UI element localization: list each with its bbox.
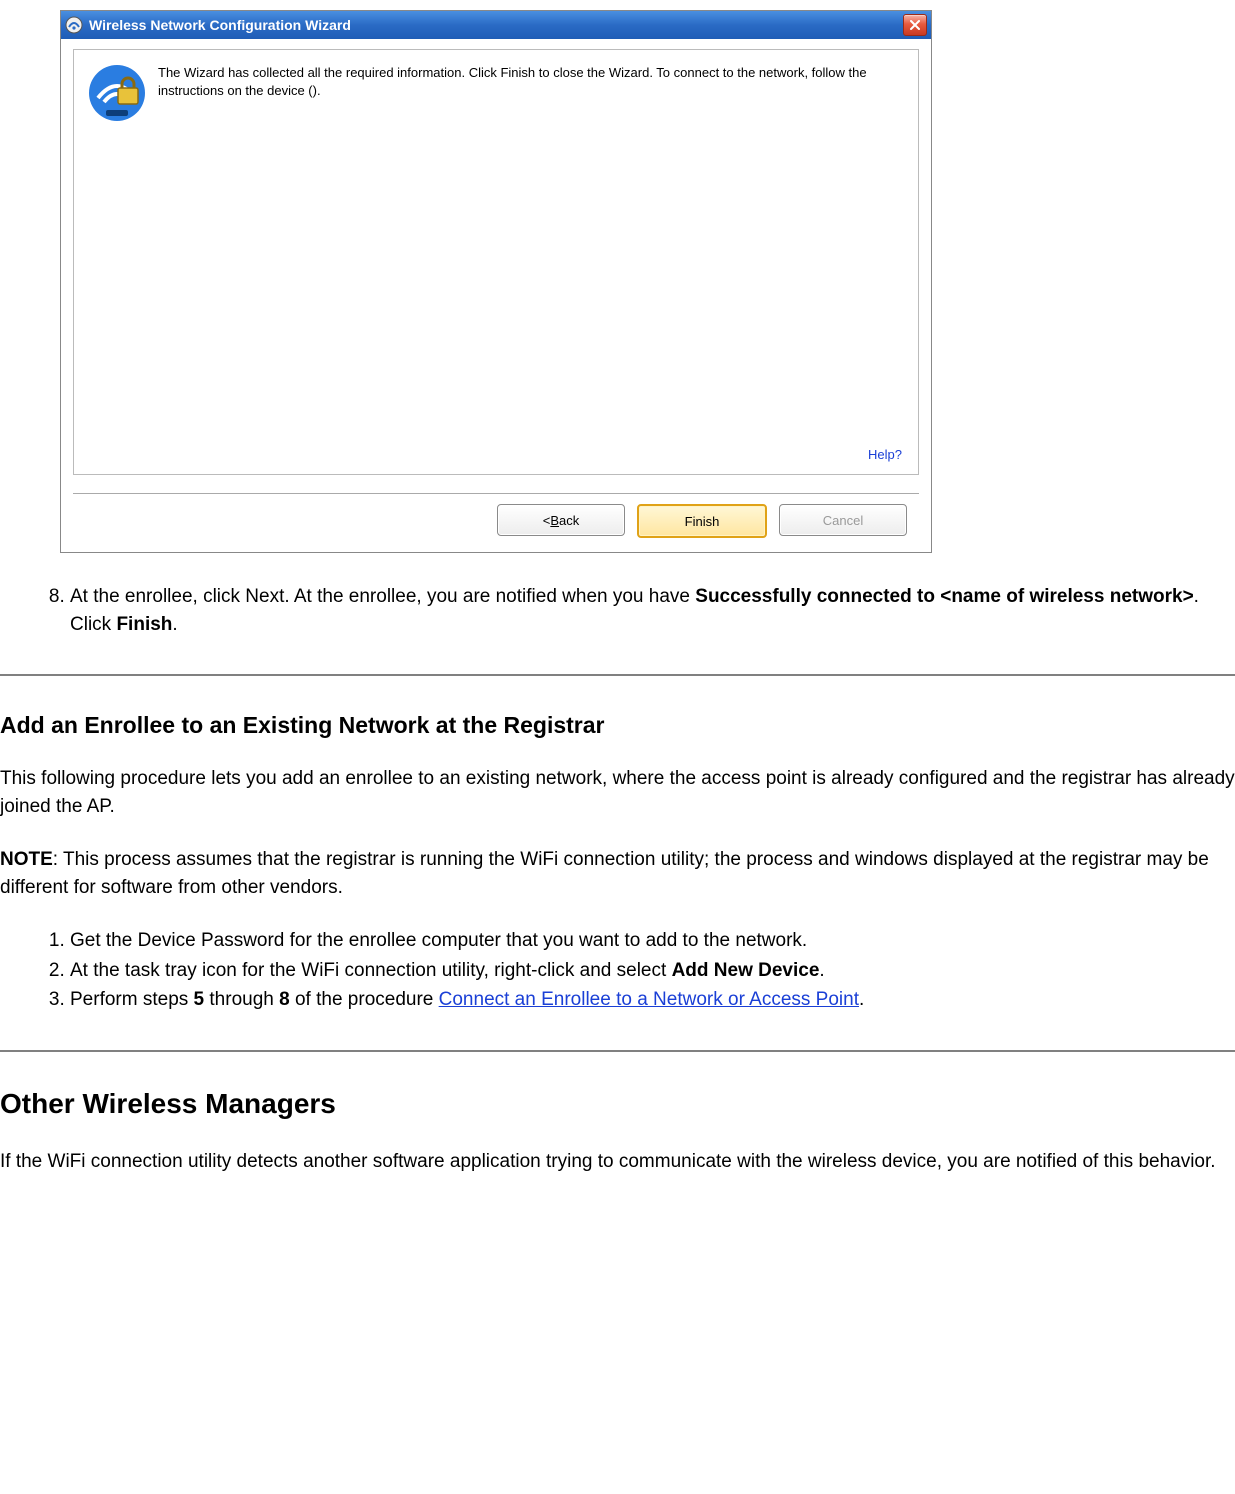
finish-button[interactable]: Finish <box>637 504 767 538</box>
heading-other-managers: Other Wireless Managers <box>0 1088 1235 1120</box>
substep-list: Get the Device Password for the enrollee… <box>70 927 1235 1014</box>
wizard-content-panel: The Wizard has collected all the require… <box>73 49 919 475</box>
app-icon <box>65 16 83 34</box>
close-button[interactable] <box>903 14 927 36</box>
step-list-continuation: At the enrollee, click Next. At the enro… <box>70 583 1235 638</box>
section-divider <box>0 1050 1235 1052</box>
wizard-button-bar: < Back Finish Cancel <box>61 494 931 552</box>
paragraph-other-managers: If the WiFi connection utility detects a… <box>0 1148 1235 1176</box>
substep-1: Get the Device Password for the enrollee… <box>70 927 1235 955</box>
wifi-lock-icon <box>88 64 146 122</box>
wizard-message: The Wizard has collected all the require… <box>158 64 904 99</box>
window-titlebar[interactable]: Wireless Network Configuration Wizard <box>61 11 931 39</box>
close-icon <box>910 20 920 30</box>
wizard-window: Wireless Network Configuration Wizard <box>60 10 932 553</box>
substep-2: At the task tray icon for the WiFi conne… <box>70 957 1235 985</box>
window-title: Wireless Network Configuration Wizard <box>89 17 903 33</box>
cancel-button: Cancel <box>779 504 907 536</box>
step-8: At the enrollee, click Next. At the enro… <box>70 583 1235 638</box>
help-link[interactable]: Help? <box>868 447 902 462</box>
section-divider <box>0 674 1235 676</box>
document-body: At the enrollee, click Next. At the enro… <box>0 553 1235 1175</box>
substep-3: Perform steps 5 through 8 of the procedu… <box>70 986 1235 1014</box>
back-button[interactable]: < Back <box>497 504 625 536</box>
paragraph-intro: This following procedure lets you add an… <box>0 765 1235 820</box>
link-connect-enrollee[interactable]: Connect an Enrollee to a Network or Acce… <box>439 989 859 1010</box>
heading-add-enrollee: Add an Enrollee to an Existing Network a… <box>0 712 1235 739</box>
paragraph-note: NOTE: This process assumes that the regi… <box>0 846 1235 901</box>
